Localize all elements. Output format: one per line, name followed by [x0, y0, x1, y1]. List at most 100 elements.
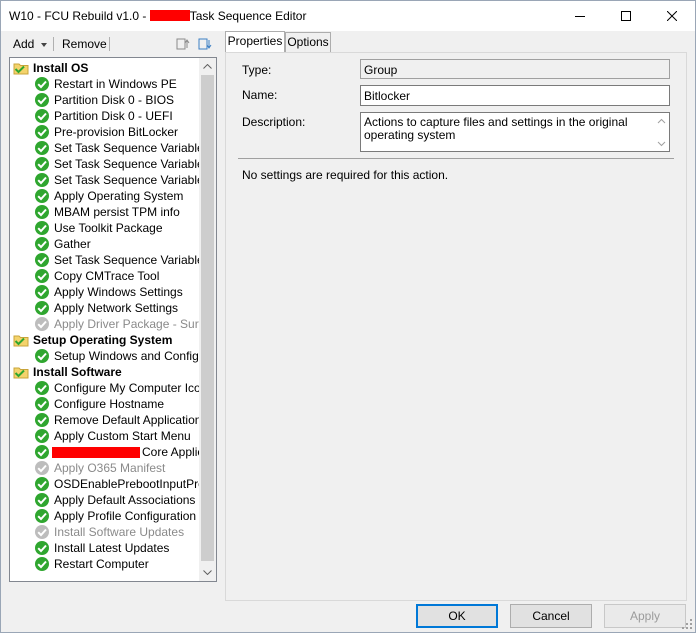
- check-disabled-icon: [34, 316, 50, 332]
- tree-step[interactable]: Set Task Sequence Variable: [34, 140, 199, 156]
- folder-check-icon: [13, 60, 29, 76]
- tree-step[interactable]: Set Task Sequence Variable: [34, 156, 199, 172]
- window-title-prefix: W10 - FCU Rebuild v1.0 -: [9, 9, 150, 23]
- tree-step[interactable]: Configure My Computer Icon: [34, 380, 199, 396]
- tree-item-label: Install OS: [33, 61, 89, 75]
- tree-step[interactable]: Set Task Sequence Variable: [34, 252, 199, 268]
- check-icon: [34, 140, 50, 156]
- tree-step[interactable]: Gather: [34, 236, 91, 252]
- check-icon: [34, 556, 50, 572]
- tab-options[interactable]: Options: [285, 32, 331, 52]
- tree-item-label: MBAM persist TPM info: [54, 205, 180, 219]
- minimize-icon: [575, 16, 585, 17]
- tree-item-label: Core Applications: [142, 445, 199, 459]
- tree-step[interactable]: Use Toolkit Package: [34, 220, 163, 236]
- minimize-button[interactable]: [557, 1, 603, 31]
- check-icon: [34, 204, 50, 220]
- divider-line: [238, 158, 674, 159]
- description-text: Actions to capture files and settings in…: [364, 115, 628, 142]
- tree-group[interactable]: Install Software: [13, 364, 122, 380]
- check-icon: [34, 476, 50, 492]
- toolbar-divider: [109, 37, 110, 51]
- toolbar-divider: [53, 37, 54, 51]
- check-icon: [34, 380, 50, 396]
- window-title: W10 - FCU Rebuild v1.0 - Task Sequence E…: [9, 9, 306, 23]
- maximize-button[interactable]: [603, 1, 649, 31]
- tree-item-label: Partition Disk 0 - BIOS: [54, 93, 175, 107]
- check-icon: [34, 268, 50, 284]
- tree-item-label: Install Software: [33, 365, 122, 379]
- tree-step[interactable]: Apply Profile Configuration: [34, 508, 196, 524]
- check-icon: [34, 412, 50, 428]
- tree-step[interactable]: Pre-provision BitLocker: [34, 124, 178, 140]
- cancel-button[interactable]: Cancel: [510, 604, 592, 628]
- move-down-icon[interactable]: [197, 36, 213, 52]
- tree-step[interactable]: Install Software Updates: [34, 524, 184, 540]
- move-up-icon[interactable]: [175, 36, 191, 52]
- scroll-down-arrow[interactable]: [199, 564, 216, 581]
- check-disabled-icon: [34, 524, 50, 540]
- tree-step[interactable]: Set Task Sequence Variable: [34, 172, 199, 188]
- remove-button[interactable]: Remove: [62, 37, 107, 51]
- tree-item-label: Apply Custom Start Menu: [54, 429, 191, 443]
- tree-step[interactable]: Core Applications: [34, 444, 199, 460]
- description-scrollbar[interactable]: [655, 114, 668, 150]
- tree-group[interactable]: Setup Operating System: [13, 332, 172, 348]
- tree-step[interactable]: Remove Default Applications: [34, 412, 199, 428]
- close-button[interactable]: [649, 1, 695, 31]
- tree-step[interactable]: OSDEnablePrebootInputProtectors: [34, 476, 199, 492]
- check-icon: [34, 300, 50, 316]
- task-sequence-editor-window: W10 - FCU Rebuild v1.0 - Task Sequence E…: [0, 0, 696, 633]
- tree-item-label: Apply Operating System: [54, 189, 184, 203]
- chevron-up-icon: [203, 64, 212, 69]
- check-icon: [34, 508, 50, 524]
- tree-item-label: Apply O365 Manifest: [54, 461, 166, 475]
- maximize-icon: [621, 11, 631, 21]
- tree-item-label: Partition Disk 0 - UEFI: [54, 109, 173, 123]
- tree-step[interactable]: Apply O365 Manifest: [34, 460, 165, 476]
- name-input[interactable]: Bitlocker: [360, 85, 670, 106]
- chevron-down-icon: [41, 43, 47, 47]
- tree-step[interactable]: Apply Driver Package - Surface: [34, 316, 199, 332]
- tree-step[interactable]: Apply Custom Start Menu: [34, 428, 191, 444]
- add-menu-button[interactable]: Add: [13, 37, 34, 51]
- description-textarea[interactable]: Actions to capture files and settings in…: [360, 112, 670, 152]
- folder-check-icon: [13, 332, 29, 348]
- tree-item-label: Install Software Updates: [54, 525, 185, 539]
- tree-step[interactable]: Partition Disk 0 - UEFI: [34, 108, 173, 124]
- tree-item-label: Remove Default Applications: [54, 413, 199, 427]
- tree-step[interactable]: Restart in Windows PE: [34, 76, 177, 92]
- title-bar[interactable]: W10 - FCU Rebuild v1.0 - Task Sequence E…: [1, 1, 695, 31]
- step-toolbar: Add Remove: [5, 34, 217, 54]
- tree-item-label: Restart in Windows PE: [54, 77, 177, 91]
- check-icon: [34, 172, 50, 188]
- tree-step[interactable]: Apply Network Settings: [34, 300, 178, 316]
- tree-step[interactable]: Configure Hostname: [34, 396, 164, 412]
- check-icon: [34, 108, 50, 124]
- tree-group[interactable]: Install OS: [13, 60, 88, 76]
- ok-button[interactable]: OK: [416, 604, 498, 628]
- tree-item-label: Configure Hostname: [54, 397, 165, 411]
- tree-step[interactable]: Apply Operating System: [34, 188, 183, 204]
- check-icon: [34, 492, 50, 508]
- no-settings-message: No settings are required for this action…: [242, 168, 449, 182]
- description-label: Description:: [242, 115, 306, 129]
- tree-step[interactable]: Apply Default Associations: [34, 492, 195, 508]
- tree-step[interactable]: Copy CMTrace Tool: [34, 268, 159, 284]
- tree-step[interactable]: Install Latest Updates: [34, 540, 169, 556]
- tree-item-label: Install Latest Updates: [54, 541, 170, 555]
- resize-grip-icon[interactable]: [682, 619, 692, 629]
- redacted-block: [149, 10, 190, 21]
- apply-button[interactable]: Apply: [604, 604, 686, 628]
- tree-step[interactable]: Setup Windows and ConfigMgr: [34, 348, 199, 364]
- tab-properties[interactable]: Properties: [225, 31, 285, 53]
- chevron-down-icon: [657, 141, 666, 147]
- scrollbar-thumb[interactable]: [201, 75, 214, 561]
- task-sequence-tree[interactable]: Install OS Restart in Windows PE Partition…: [9, 57, 217, 582]
- scroll-up-arrow[interactable]: [199, 58, 216, 75]
- tree-step[interactable]: Apply Windows Settings: [34, 284, 183, 300]
- tree-step[interactable]: Restart Computer: [34, 556, 149, 572]
- tree-step[interactable]: Partition Disk 0 - BIOS: [34, 92, 174, 108]
- tree-vertical-scrollbar[interactable]: [199, 58, 216, 581]
- tree-step[interactable]: MBAM persist TPM info: [34, 204, 180, 220]
